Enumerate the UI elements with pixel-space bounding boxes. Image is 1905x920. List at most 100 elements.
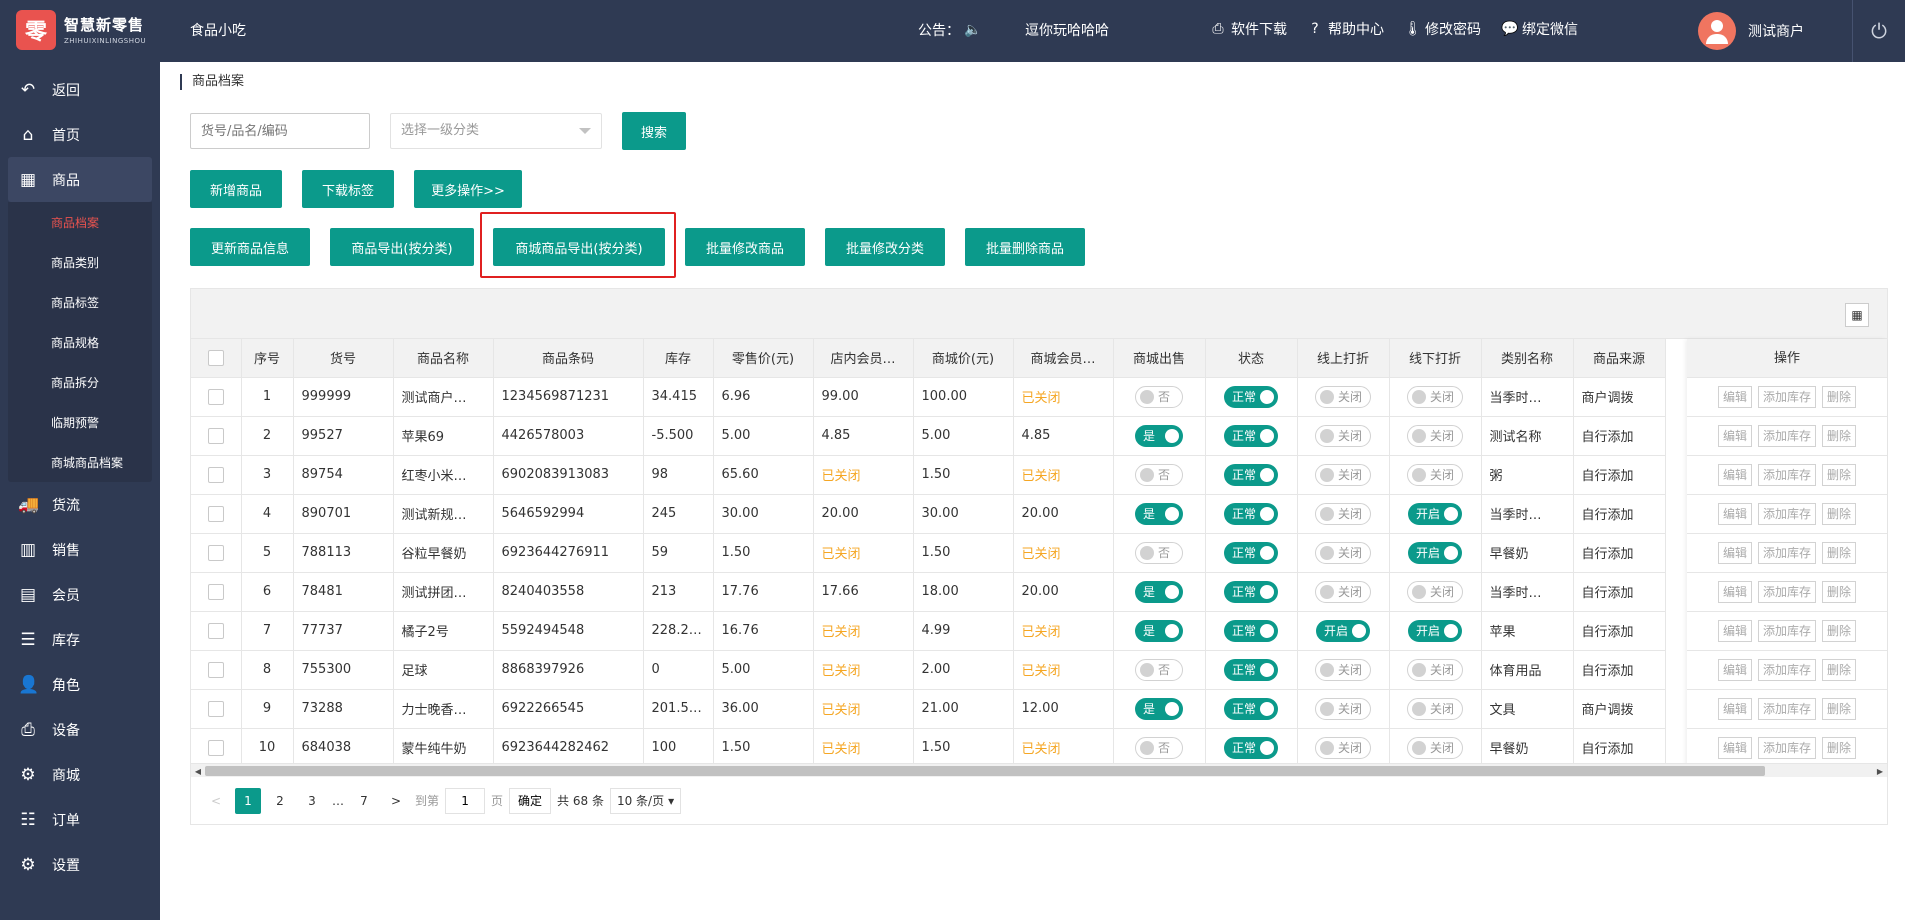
row-checkbox[interactable] xyxy=(207,583,224,600)
sidebar-item-sales[interactable]: ▥ 销售 xyxy=(0,527,160,572)
status-toggle[interactable]: 正常 xyxy=(1223,541,1278,564)
mall-sell-toggle[interactable]: 是 xyxy=(1135,697,1183,720)
scrollbar-thumb[interactable] xyxy=(205,766,1765,776)
category-select[interactable]: 选择一级分类 xyxy=(390,113,602,149)
scroll-left-icon[interactable]: ◀ xyxy=(191,764,205,778)
delete-button[interactable]: 删除 xyxy=(1822,581,1857,603)
status-toggle[interactable]: 正常 xyxy=(1223,463,1278,486)
update-goods-info-button[interactable]: 更新商品信息 xyxy=(190,228,310,266)
notice-text[interactable]: 逗你玩哈哈哈 xyxy=(1025,20,1109,40)
sidebar-item-devices[interactable]: ⎙ 设备 xyxy=(0,707,160,752)
online-discount-toggle[interactable]: 关闭 xyxy=(1314,736,1371,759)
page-7[interactable]: 7 xyxy=(351,788,377,814)
edit-button[interactable]: 编辑 xyxy=(1717,581,1752,603)
mall-sell-toggle[interactable]: 否 xyxy=(1135,541,1183,564)
export-goods-by-category-button[interactable]: 商品导出(按分类) xyxy=(330,228,474,266)
row-checkbox[interactable] xyxy=(207,466,224,483)
sidebar-item-logistics[interactable]: 🚚 货流 xyxy=(0,482,160,527)
search-button[interactable]: 搜索 xyxy=(622,112,686,150)
download-label-button[interactable]: 下载标签 xyxy=(302,170,394,208)
edit-button[interactable]: 编辑 xyxy=(1717,425,1752,447)
offline-discount-toggle[interactable]: 开启 xyxy=(1407,541,1462,564)
add-stock-button[interactable]: 添加库存 xyxy=(1757,659,1816,681)
mall-sell-toggle[interactable]: 是 xyxy=(1135,580,1183,603)
delete-button[interactable]: 删除 xyxy=(1822,620,1857,642)
online-discount-toggle[interactable]: 关闭 xyxy=(1314,463,1371,486)
delete-button[interactable]: 删除 xyxy=(1822,425,1857,447)
mall-sell-toggle[interactable]: 否 xyxy=(1135,736,1183,759)
prev-page-icon[interactable]: < xyxy=(203,788,229,814)
sidebar-subitem-goods-spec[interactable]: 商品规格 xyxy=(8,322,152,362)
sidebar-item-settings[interactable]: ⚙ 设置 xyxy=(0,842,160,887)
status-toggle[interactable]: 正常 xyxy=(1223,619,1278,642)
offline-discount-toggle[interactable]: 关闭 xyxy=(1406,658,1463,681)
row-checkbox[interactable] xyxy=(207,505,224,522)
table-row[interactable]: 4 890701 测试新规… 5646592994 245 30.00 20.00 30.00… xyxy=(191,494,1666,534)
delete-button[interactable]: 删除 xyxy=(1822,503,1857,525)
edit-button[interactable]: 编辑 xyxy=(1717,503,1752,525)
columns-icon[interactable]: ▦ xyxy=(1845,303,1869,327)
table-row[interactable]: 1 999999 测试商户… 1234569871231 34.415 6.96 99.00… xyxy=(191,377,1666,417)
add-stock-button[interactable]: 添加库存 xyxy=(1757,581,1816,603)
add-stock-button[interactable]: 添加库存 xyxy=(1757,698,1816,720)
sidebar-subitem-goods-split[interactable]: 商品拆分 xyxy=(8,362,152,402)
offline-discount-toggle[interactable]: 关闭 xyxy=(1406,580,1463,603)
online-discount-toggle[interactable]: 关闭 xyxy=(1314,658,1371,681)
status-toggle[interactable]: 正常 xyxy=(1223,658,1278,681)
scroll-right-icon[interactable]: ▶ xyxy=(1873,764,1887,778)
row-checkbox[interactable] xyxy=(207,544,224,561)
page-size-select[interactable]: 10 条/页 ▾ xyxy=(609,787,682,814)
delete-button[interactable]: 删除 xyxy=(1822,659,1857,681)
sidebar-subitem-goods-tag[interactable]: 商品标签 xyxy=(8,282,152,322)
table-row[interactable]: 8 755300 足球 8868397926 0 5.00 已关闭 2.00 已关闭否正常 关闭关… xyxy=(191,650,1666,690)
mall-sell-toggle[interactable]: 是 xyxy=(1135,502,1183,525)
search-input[interactable] xyxy=(190,113,370,149)
table-row[interactable]: 5 788113 谷粒早餐奶 6923644276911 59 1.50 已关闭 1.50 已关… xyxy=(191,533,1666,573)
row-checkbox[interactable] xyxy=(207,388,224,405)
online-discount-toggle[interactable]: 关闭 xyxy=(1314,502,1371,525)
batch-edit-goods-button[interactable]: 批量修改商品 xyxy=(685,228,805,266)
edit-button[interactable]: 编辑 xyxy=(1717,659,1752,681)
status-toggle[interactable]: 正常 xyxy=(1223,697,1278,720)
mall-sell-toggle[interactable]: 否 xyxy=(1135,385,1183,408)
header-mall-member-price[interactable]: 商城会员… xyxy=(1013,339,1114,378)
sidebar-item-goods[interactable]: ▦ 商品 xyxy=(8,157,152,202)
header-online-discount[interactable]: 线上打折 xyxy=(1297,339,1390,378)
bind-wechat-link[interactable]: 💬 绑定微信 xyxy=(1501,19,1578,39)
select-all-checkbox[interactable] xyxy=(207,349,224,366)
header-code[interactable]: 货号 xyxy=(293,339,394,378)
header-source[interactable]: 商品来源 xyxy=(1573,339,1666,378)
header-mall-sell[interactable]: 商城出售 xyxy=(1113,339,1206,378)
offline-discount-toggle[interactable]: 开启 xyxy=(1407,502,1462,525)
horizontal-scrollbar[interactable]: ◀ ▶ xyxy=(191,763,1887,777)
status-toggle[interactable]: 正常 xyxy=(1223,424,1278,447)
delete-button[interactable]: 删除 xyxy=(1822,386,1857,408)
offline-discount-toggle[interactable]: 关闭 xyxy=(1406,385,1463,408)
more-actions-button[interactable]: 更多操作>> xyxy=(414,170,522,208)
table-row[interactable]: 6 78481 测试拼团… 8240403558 213 17.76 17.66 18.00 2… xyxy=(191,572,1666,612)
header-retail[interactable]: 零售价(元) xyxy=(713,339,814,378)
add-stock-button[interactable]: 添加库存 xyxy=(1757,737,1816,759)
merchant-name[interactable]: 测试商户 xyxy=(1748,21,1804,41)
header-barcode[interactable]: 商品条码 xyxy=(493,339,644,378)
edit-button[interactable]: 编辑 xyxy=(1717,737,1752,759)
mall-sell-toggle[interactable]: 是 xyxy=(1135,424,1183,447)
add-goods-button[interactable]: 新增商品 xyxy=(190,170,282,208)
table-row[interactable]: 7 77737 橘子2号 5592494548 228.2… 16.76 已关闭 4.99 已关… xyxy=(191,611,1666,651)
table-row[interactable]: 10 684038 蒙牛纯牛奶 6923644282462 100 1.50 已关闭 1.50… xyxy=(191,728,1666,768)
row-checkbox[interactable] xyxy=(207,739,224,756)
sidebar-item-inventory[interactable]: ☰ 库存 xyxy=(0,617,160,662)
sidebar-item-orders[interactable]: ☷ 订单 xyxy=(0,797,160,842)
batch-edit-category-button[interactable]: 批量修改分类 xyxy=(825,228,945,266)
offline-discount-toggle[interactable]: 关闭 xyxy=(1406,463,1463,486)
mall-sell-toggle[interactable]: 是 xyxy=(1135,619,1183,642)
add-stock-button[interactable]: 添加库存 xyxy=(1757,503,1816,525)
sidebar-item-home[interactable]: ⌂ 首页 xyxy=(0,112,160,157)
change-password-link[interactable]: 🌡 修改密码 xyxy=(1404,19,1481,39)
edit-button[interactable]: 编辑 xyxy=(1717,620,1752,642)
add-stock-button[interactable]: 添加库存 xyxy=(1757,425,1816,447)
row-checkbox[interactable] xyxy=(207,622,224,639)
row-checkbox[interactable] xyxy=(207,661,224,678)
page-3[interactable]: 3 xyxy=(299,788,325,814)
software-download-link[interactable]: ⎙ 软件下载 xyxy=(1210,19,1287,39)
